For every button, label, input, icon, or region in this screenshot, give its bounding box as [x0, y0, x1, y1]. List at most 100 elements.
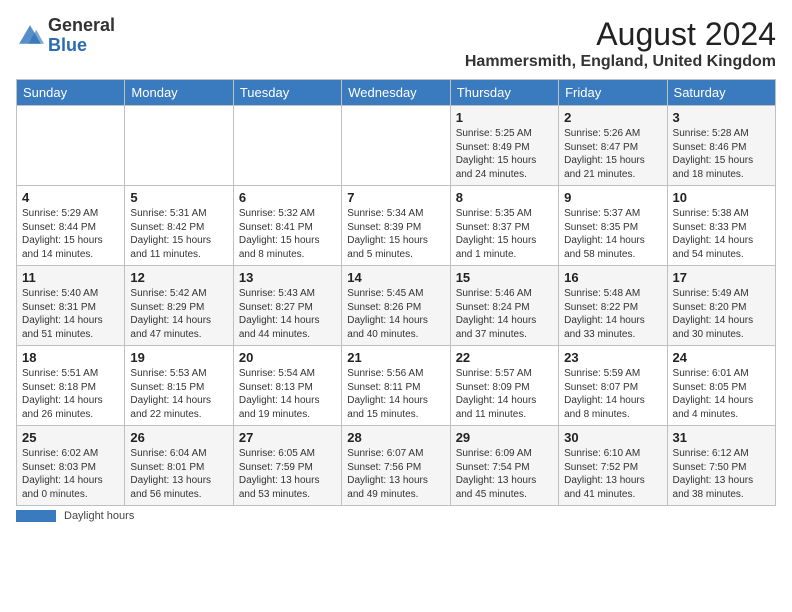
day-info: Sunrise: 6:10 AM Sunset: 7:52 PM Dayligh… — [564, 447, 661, 501]
logo-general-text: General — [48, 15, 115, 35]
col-tuesday: Tuesday — [233, 80, 341, 106]
day-number: 18 — [22, 350, 119, 365]
table-row: 31Sunrise: 6:12 AM Sunset: 7:50 PM Dayli… — [667, 426, 775, 506]
day-number: 7 — [347, 190, 444, 205]
table-row: 30 Sunrise: 6:10 AM Sunset: 7:52 PM Dayli… — [559, 426, 667, 506]
day-number: 11 — [22, 270, 119, 285]
title-block: August 2024 Hammersmith, England, United… — [465, 16, 776, 71]
table-row: 1Sunrise: 5:25 AM Sunset: 8:49 PM Daylig… — [450, 106, 558, 186]
day-number: 8 — [456, 190, 553, 205]
day-info: Sunrise: 5:53 AM Sunset: 8:15 PM Dayligh… — [130, 367, 227, 421]
calendar-header-row: Sunday Monday Tuesday Wednesday Thursday… — [17, 80, 776, 106]
logo: General Blue — [16, 16, 115, 56]
day-number: 24 — [673, 350, 770, 365]
day-number: 22 — [456, 350, 553, 365]
table-row — [233, 106, 341, 186]
day-number: 16 — [564, 270, 661, 285]
day-info: Sunrise: 5:31 AM Sunset: 8:42 PM Dayligh… — [130, 207, 227, 261]
month-year: August 2024 — [465, 16, 776, 53]
table-row: 24 Sunrise: 6:01 AM Sunset: 8:05 PM Dayli… — [667, 346, 775, 426]
day-number: 12 — [130, 270, 227, 285]
table-row: 17 Sunrise: 5:49 AM Sunset: 8:20 PM Dayli… — [667, 266, 775, 346]
legend-label: Daylight hours — [64, 510, 134, 522]
table-row: 6Sunrise: 5:32 AM Sunset: 8:41 PM Daylig… — [233, 186, 341, 266]
day-number: 29 — [456, 430, 553, 445]
table-row: 3Sunrise: 5:28 AM Sunset: 8:46 PM Daylig… — [667, 106, 775, 186]
day-info: Sunrise: 5:49 AM Sunset: 8:20 PM Dayligh… — [673, 287, 770, 341]
day-info: Sunrise: 6:01 AM Sunset: 8:05 PM Dayligh… — [673, 367, 770, 421]
day-number: 31 — [673, 430, 770, 445]
day-number: 17 — [673, 270, 770, 285]
col-sunday: Sunday — [17, 80, 125, 106]
day-info: Sunrise: 5:40 AM Sunset: 8:31 PM Dayligh… — [22, 287, 119, 341]
day-info: Sunrise: 5:54 AM Sunset: 8:13 PM Dayligh… — [239, 367, 336, 421]
day-info: Sunrise: 6:09 AM Sunset: 7:54 PM Dayligh… — [456, 447, 553, 501]
day-info: Sunrise: 5:25 AM Sunset: 8:49 PM Dayligh… — [456, 127, 553, 181]
calendar-week-row: 25 Sunrise: 6:02 AM Sunset: 8:03 PM Dayli… — [17, 426, 776, 506]
day-number: 5 — [130, 190, 227, 205]
day-info: Sunrise: 5:51 AM Sunset: 8:18 PM Dayligh… — [22, 367, 119, 421]
day-info: Sunrise: 5:29 AM Sunset: 8:44 PM Dayligh… — [22, 207, 119, 261]
col-friday: Friday — [559, 80, 667, 106]
day-info: Sunrise: 5:35 AM Sunset: 8:37 PM Dayligh… — [456, 207, 553, 261]
header: General Blue August 2024 Hammersmith, En… — [16, 16, 776, 71]
page: General Blue August 2024 Hammersmith, En… — [0, 0, 792, 530]
col-thursday: Thursday — [450, 80, 558, 106]
table-row: 8 Sunrise: 5:35 AM Sunset: 8:37 PM Daylig… — [450, 186, 558, 266]
day-info: Sunrise: 5:43 AM Sunset: 8:27 PM Dayligh… — [239, 287, 336, 341]
day-info: Sunrise: 5:37 AM Sunset: 8:35 PM Dayligh… — [564, 207, 661, 261]
table-row: 16 Sunrise: 5:48 AM Sunset: 8:22 PM Dayli… — [559, 266, 667, 346]
day-number: 25 — [22, 430, 119, 445]
table-row: 4 Sunrise: 5:29 AM Sunset: 8:44 PM Daylig… — [17, 186, 125, 266]
table-row: 12 Sunrise: 5:42 AM Sunset: 8:29 PM Dayli… — [125, 266, 233, 346]
day-number: 19 — [130, 350, 227, 365]
logo-icon — [16, 22, 44, 50]
day-info: Sunrise: 5:45 AM Sunset: 8:26 PM Dayligh… — [347, 287, 444, 341]
table-row: 28Sunrise: 6:07 AM Sunset: 7:56 PM Dayli… — [342, 426, 450, 506]
calendar-table: Sunday Monday Tuesday Wednesday Thursday… — [16, 79, 776, 506]
day-info: Sunrise: 5:59 AM Sunset: 8:07 PM Dayligh… — [564, 367, 661, 421]
logo-blue-text: Blue — [48, 35, 87, 55]
table-row: 21 Sunrise: 5:56 AM Sunset: 8:11 PM Dayli… — [342, 346, 450, 426]
day-number: 23 — [564, 350, 661, 365]
table-row: 23 Sunrise: 5:59 AM Sunset: 8:07 PM Dayli… — [559, 346, 667, 426]
day-info: Sunrise: 6:05 AM Sunset: 7:59 PM Dayligh… — [239, 447, 336, 501]
day-number: 9 — [564, 190, 661, 205]
table-row — [17, 106, 125, 186]
day-info: Sunrise: 5:38 AM Sunset: 8:33 PM Dayligh… — [673, 207, 770, 261]
day-info: Sunrise: 5:26 AM Sunset: 8:47 PM Dayligh… — [564, 127, 661, 181]
day-info: Sunrise: 5:32 AM Sunset: 8:41 PM Dayligh… — [239, 207, 336, 261]
table-row — [125, 106, 233, 186]
day-number: 30 — [564, 430, 661, 445]
table-row: 19 Sunrise: 5:53 AM Sunset: 8:15 PM Dayli… — [125, 346, 233, 426]
day-info: Sunrise: 5:56 AM Sunset: 8:11 PM Dayligh… — [347, 367, 444, 421]
day-info: Sunrise: 6:02 AM Sunset: 8:03 PM Dayligh… — [22, 447, 119, 501]
day-info: Sunrise: 5:46 AM Sunset: 8:24 PM Dayligh… — [456, 287, 553, 341]
day-number: 14 — [347, 270, 444, 285]
day-number: 2 — [564, 110, 661, 125]
col-wednesday: Wednesday — [342, 80, 450, 106]
day-number: 26 — [130, 430, 227, 445]
calendar-week-row: 4 Sunrise: 5:29 AM Sunset: 8:44 PM Daylig… — [17, 186, 776, 266]
day-number: 4 — [22, 190, 119, 205]
table-row: 7Sunrise: 5:34 AM Sunset: 8:39 PM Daylig… — [342, 186, 450, 266]
day-number: 10 — [673, 190, 770, 205]
day-number: 13 — [239, 270, 336, 285]
table-row: 11 Sunrise: 5:40 AM Sunset: 8:31 PM Dayli… — [17, 266, 125, 346]
table-row: 9 Sunrise: 5:37 AM Sunset: 8:35 PM Daylig… — [559, 186, 667, 266]
table-row: 14 Sunrise: 5:45 AM Sunset: 8:26 PM Dayli… — [342, 266, 450, 346]
table-row: 15 Sunrise: 5:46 AM Sunset: 8:24 PM Dayli… — [450, 266, 558, 346]
table-row: 10 Sunrise: 5:38 AM Sunset: 8:33 PM Dayli… — [667, 186, 775, 266]
day-info: Sunrise: 6:07 AM Sunset: 7:56 PM Dayligh… — [347, 447, 444, 501]
day-number: 20 — [239, 350, 336, 365]
day-number: 21 — [347, 350, 444, 365]
table-row: 25 Sunrise: 6:02 AM Sunset: 8:03 PM Dayli… — [17, 426, 125, 506]
day-number: 15 — [456, 270, 553, 285]
day-info: Sunrise: 5:42 AM Sunset: 8:29 PM Dayligh… — [130, 287, 227, 341]
table-row: 2 Sunrise: 5:26 AM Sunset: 8:47 PM Daylig… — [559, 106, 667, 186]
table-row: 18 Sunrise: 5:51 AM Sunset: 8:18 PM Dayli… — [17, 346, 125, 426]
footer: Daylight hours — [16, 510, 776, 522]
col-monday: Monday — [125, 80, 233, 106]
day-info: Sunrise: 5:48 AM Sunset: 8:22 PM Dayligh… — [564, 287, 661, 341]
calendar-week-row: 1Sunrise: 5:25 AM Sunset: 8:49 PM Daylig… — [17, 106, 776, 186]
